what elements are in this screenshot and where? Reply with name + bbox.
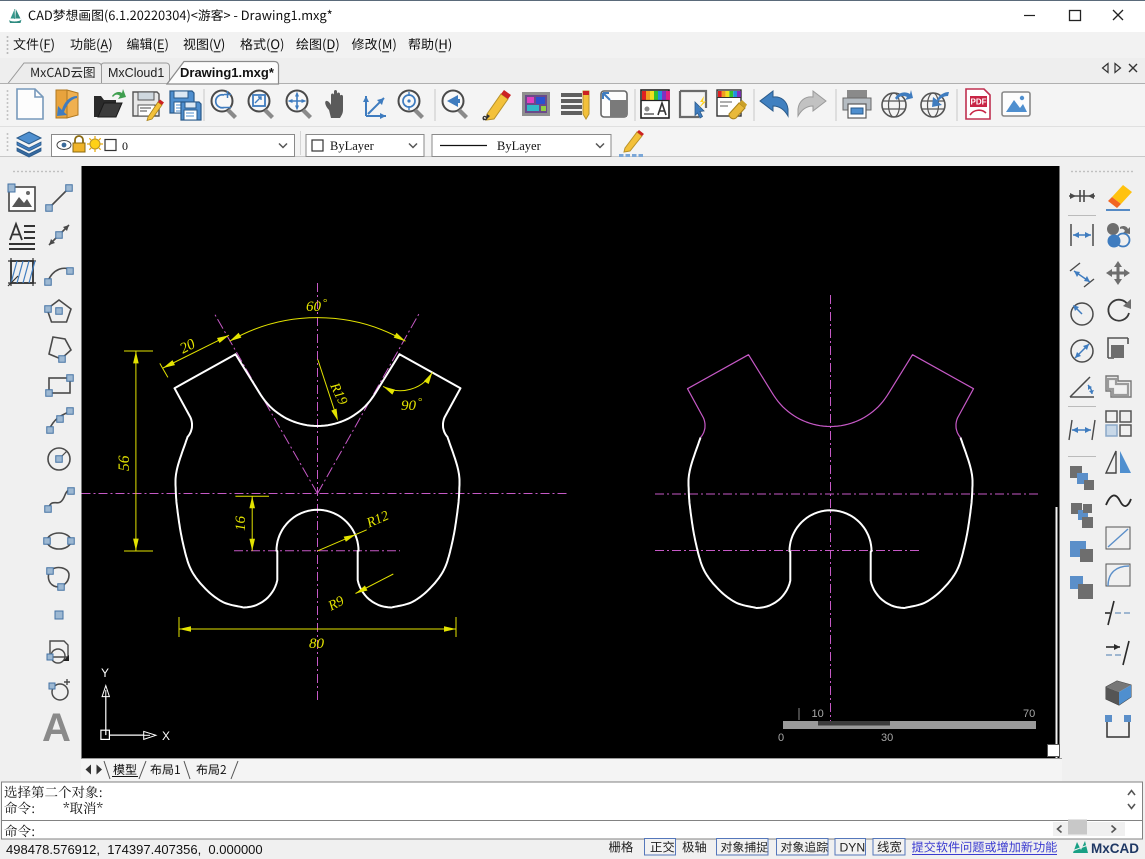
svg-text:0: 0 <box>778 732 784 744</box>
svg-text:498478.576912, 174397.407356,: 498478.576912, 174397.407356, 0.000000 <box>6 842 263 857</box>
svg-text:°: ° <box>418 396 422 408</box>
svg-text:70: 70 <box>1023 708 1035 720</box>
svg-text:80: 80 <box>309 636 325 652</box>
svg-text:MxCAD: MxCAD <box>1091 841 1139 856</box>
svg-text:Drawing1.mxg*: Drawing1.mxg* <box>180 65 275 80</box>
svg-text:DYN: DYN <box>840 841 866 855</box>
svg-text:A: A <box>42 706 71 750</box>
svg-text:16: 16 <box>233 516 249 532</box>
svg-text:PDF: PDF <box>971 98 987 107</box>
svg-text:°: ° <box>323 297 327 309</box>
svg-text:0: 0 <box>122 139 128 153</box>
svg-text:ByLayer: ByLayer <box>330 139 375 153</box>
svg-text:90: 90 <box>401 398 417 414</box>
svg-text:X: X <box>162 729 170 743</box>
svg-text:56: 56 <box>116 455 133 471</box>
svg-text:MxCloud1: MxCloud1 <box>108 66 164 80</box>
svg-text:60: 60 <box>306 299 322 315</box>
svg-text:30: 30 <box>881 732 893 744</box>
svg-text:10: 10 <box>812 708 824 720</box>
svg-text:ByLayer: ByLayer <box>497 139 542 153</box>
svg-text:Y: Y <box>101 666 109 680</box>
